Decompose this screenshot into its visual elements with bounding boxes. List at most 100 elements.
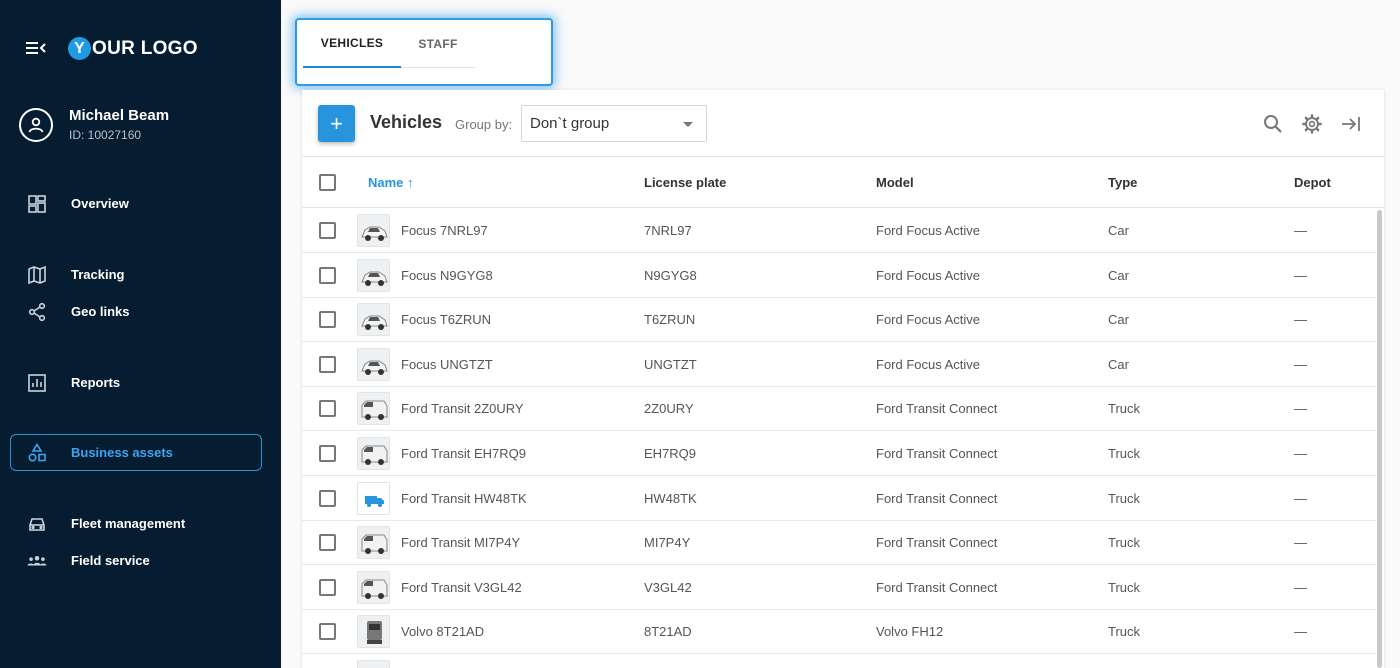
vehicle-thumbnail: [357, 437, 390, 470]
table-row[interactable]: Ford Transit MI7P4Y MI7P4Y Ford Transit Co…: [302, 520, 1376, 566]
cell-model: Ford Focus Active: [876, 267, 981, 283]
group-icon: [27, 551, 47, 571]
table-row[interactable]: Focus UNGTZT UNGTZT Ford Focus Active Car —: [302, 342, 1376, 387]
cell-name[interactable]: Ford Transit V3GL42: [401, 580, 522, 595]
groupby-value: Don`t group: [530, 115, 610, 132]
nav-label: Geo links: [71, 304, 130, 319]
row-checkbox[interactable]: [319, 578, 336, 596]
table-row[interactable]: Ford Transit 2Z0URY 2Z0URY Ford Transit Co…: [302, 386, 1376, 432]
nav-label: Overview: [71, 196, 129, 211]
nav-item-overview[interactable]: Overview: [10, 185, 262, 222]
table-row[interactable]: [302, 654, 1376, 668]
table-scrollbar[interactable]: [1377, 210, 1382, 668]
search-icon[interactable]: [1262, 113, 1284, 135]
panel-toolbar: + Vehicles Group by: Don`t group: [302, 90, 1384, 157]
nav-item-business-assets[interactable]: Business assets: [10, 434, 262, 471]
table-row[interactable]: Ford Transit EH7RQ9 EH7RQ9 Ford Transit Co…: [302, 431, 1376, 476]
cell-name[interactable]: Focus 7NRL97: [401, 223, 488, 238]
vehicle-thumbnail: [357, 615, 390, 649]
groupby-select[interactable]: Don`t group: [521, 105, 707, 142]
cell-depot: —: [1294, 624, 1307, 640]
column-header-license-plate[interactable]: License plate: [644, 175, 726, 190]
cell-depot: —: [1294, 223, 1307, 238]
cell-license-plate: HW48TK: [644, 490, 697, 506]
cell-type: Car: [1108, 356, 1129, 372]
vehicle-thumbnail: [357, 526, 390, 560]
cell-license-plate: 2Z0URY: [644, 401, 694, 417]
cell-name[interactable]: Ford Transit EH7RQ9: [401, 446, 526, 461]
cell-name[interactable]: Ford Transit MI7P4Y: [401, 535, 520, 550]
column-header-type[interactable]: Type: [1108, 175, 1137, 190]
vehicle-thumbnail: [357, 660, 390, 668]
column-header-depot[interactable]: Depot: [1294, 175, 1331, 190]
shapes-icon: [27, 442, 47, 463]
tab-staff[interactable]: STAFF: [401, 20, 475, 68]
cell-type: Car: [1108, 223, 1129, 238]
vehicle-thumbnail: [357, 347, 390, 381]
cell-depot: —: [1294, 401, 1307, 417]
nav-item-fleet-management[interactable]: Fleet management: [10, 505, 262, 542]
vehicle-thumbnail: [357, 481, 390, 515]
table-row[interactable]: Ford Transit HW48TK HW48TK Ford Transit Co…: [302, 476, 1376, 521]
table-row[interactable]: Ford Transit V3GL42 V3GL42 Ford Transit Co…: [302, 565, 1376, 610]
row-checkbox[interactable]: [319, 311, 336, 329]
chevron-down-icon: [683, 122, 693, 127]
cell-depot: —: [1294, 267, 1307, 283]
logo-mark: Y: [68, 37, 91, 60]
groupby-label: Group by:: [455, 117, 513, 132]
nav-item-tracking[interactable]: Tracking: [10, 256, 262, 293]
select-all-checkbox[interactable]: [319, 174, 336, 191]
cell-depot: —: [1294, 535, 1307, 551]
cell-model: Ford Transit Connect: [876, 535, 998, 551]
user-profile[interactable]: Michael Beam ID: 10027160: [19, 107, 169, 142]
cell-name[interactable]: Ford Transit HW48TK: [401, 491, 527, 506]
row-checkbox[interactable]: [319, 266, 336, 284]
nav-label: Fleet management: [71, 516, 186, 531]
table-row[interactable]: Focus T6ZRUN T6ZRUN Ford Focus Active Car —: [302, 297, 1376, 343]
cell-license-plate: 7NRL97: [644, 223, 692, 238]
vehicle-thumbnail: [357, 570, 390, 604]
menu-collapse-icon[interactable]: [26, 40, 46, 56]
row-checkbox[interactable]: [319, 400, 336, 418]
column-header-model[interactable]: Model: [876, 175, 914, 190]
nav-label: Field service: [71, 553, 150, 568]
cell-type: Car: [1108, 312, 1129, 328]
cell-license-plate: N9GYG8: [644, 267, 697, 283]
cell-license-plate: EH7RQ9: [644, 446, 697, 461]
cell-name[interactable]: Volvo 8T21AD: [401, 624, 484, 639]
row-checkbox[interactable]: [319, 222, 336, 239]
tab-vehicles[interactable]: VEHICLES: [303, 20, 401, 68]
nav-item-field-service[interactable]: Field service: [10, 542, 262, 579]
row-checkbox[interactable]: [319, 489, 336, 507]
gear-icon[interactable]: [1301, 113, 1323, 135]
row-checkbox[interactable]: [319, 534, 336, 552]
cell-name[interactable]: Focus UNGTZT: [401, 357, 493, 372]
cell-depot: —: [1294, 579, 1307, 595]
row-checkbox[interactable]: [319, 623, 336, 641]
cell-type: Truck: [1108, 446, 1141, 461]
add-vehicle-button[interactable]: +: [318, 105, 355, 142]
cell-name[interactable]: Ford Transit 2Z0URY: [401, 401, 524, 416]
map-icon: [27, 265, 47, 285]
cell-type: Truck: [1108, 579, 1141, 595]
nav-label: Reports: [71, 375, 121, 390]
nav-item-reports[interactable]: Reports: [10, 364, 262, 401]
cell-name[interactable]: Focus T6ZRUN: [401, 312, 491, 327]
nav-item-geo-links[interactable]: Geo links: [10, 293, 262, 330]
vehicles-panel: + Vehicles Group by: Don`t group Name ↑: [302, 90, 1384, 668]
column-header-name[interactable]: Name ↑: [368, 175, 414, 190]
table-row[interactable]: Focus N9GYG8 N9GYG8 Ford Focus Active Car —: [302, 253, 1376, 298]
cell-model: Ford Focus Active: [876, 356, 981, 372]
collapse-right-icon[interactable]: [1340, 113, 1362, 135]
user-id: ID: 10027160: [69, 128, 142, 142]
bar-chart-icon: [27, 373, 47, 393]
cell-name[interactable]: Focus N9GYG8: [401, 268, 493, 283]
cell-license-plate: T6ZRUN: [644, 312, 696, 328]
row-checkbox[interactable]: [319, 355, 336, 373]
table-row[interactable]: Focus 7NRL97 7NRL97 Ford Focus Active Car —: [302, 208, 1376, 253]
nav-label: Business assets: [71, 445, 173, 460]
cell-model: Ford Transit Connect: [876, 446, 998, 461]
cell-model: Ford Focus Active: [876, 223, 981, 238]
row-checkbox[interactable]: [319, 445, 336, 462]
table-row[interactable]: Volvo 8T21AD 8T21AD Volvo FH12 Truck —: [302, 609, 1376, 655]
